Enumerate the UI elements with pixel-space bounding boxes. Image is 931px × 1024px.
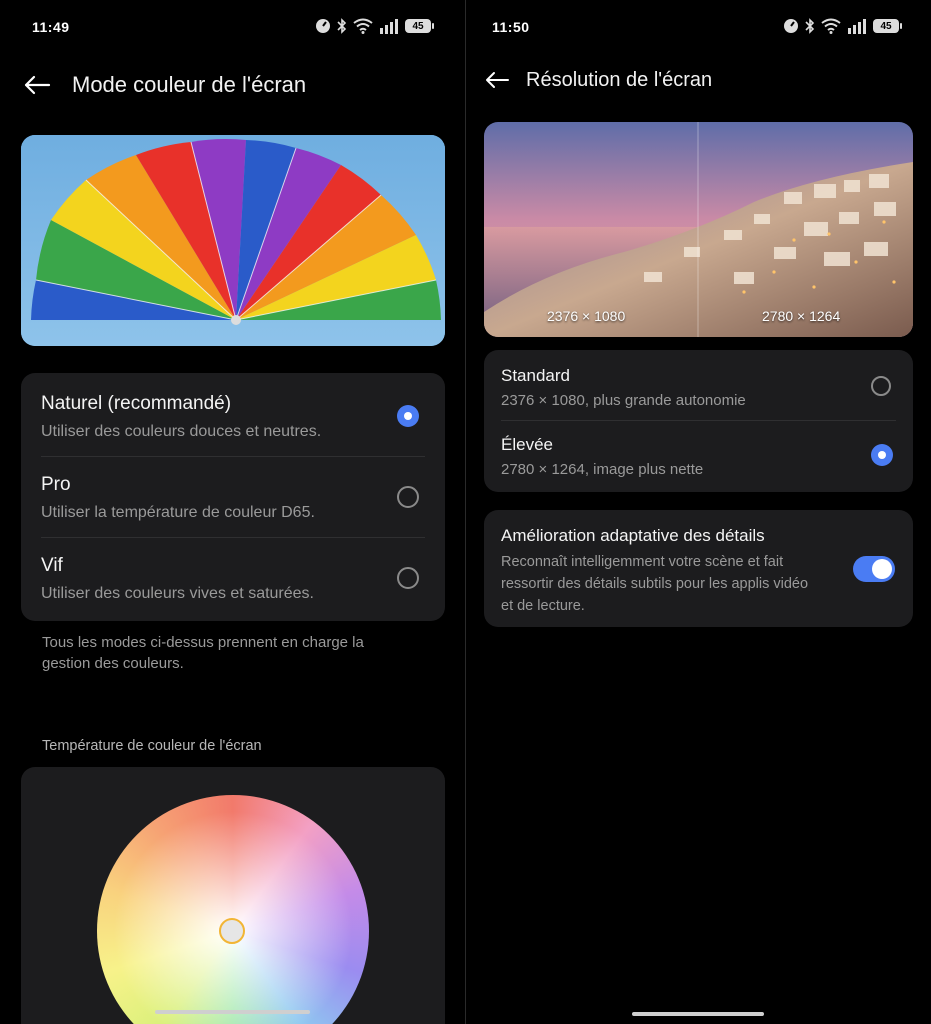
screen-resolution-screen: 11:50 45 Résolution de l'écran 2376 × 10… [466,0,931,1024]
temperature-picker-handle[interactable] [219,918,245,944]
option-subtitle: Utiliser des couleurs douces et neutres. [41,423,322,440]
option-title: Naturel (recommandé) [41,393,232,414]
page-title: Résolution de l'écran [526,68,713,91]
option-subtitle: Utiliser la température de couleur D65. [41,504,315,521]
preview-label-high: 2780 × 1264 [762,308,841,324]
header: Résolution de l'écran [482,68,931,92]
temperature-section-title: Température de couleur de l'écran [42,738,262,754]
option-vif[interactable]: Vif Utiliser des couleurs vives et satur… [21,538,445,621]
option-title: Standard [501,366,570,385]
color-management-note: Tous les modes ci-dessus prennent en cha… [42,632,364,674]
adaptive-description: Reconnaît intelligemment votre scène et … [501,551,808,617]
status-time: 11:49 [32,19,70,35]
adaptive-detail-card: Amélioration adaptative des détails Reco… [484,510,913,627]
adaptive-detail-toggle[interactable] [853,556,895,582]
header: Mode couleur de l'écran [22,72,465,98]
option-elevee[interactable]: Élevée 2780 × 1264, image plus nette [484,421,913,492]
status-time: 11:50 [492,19,530,35]
home-indicator[interactable] [155,1010,310,1014]
option-subtitle: Utiliser des couleurs vives et saturées. [41,585,314,602]
status-bar: 11:49 45 [0,18,465,38]
signal-icon [380,19,398,34]
option-title: Élevée [501,435,553,454]
option-title: Vif [41,555,63,576]
option-subtitle: 2780 × 1264, image plus nette [501,461,704,478]
note-line: Tous les modes ci-dessus prennent en cha… [42,634,364,651]
option-naturel[interactable]: Naturel (recommandé) Utiliser des couleu… [21,373,445,456]
arrow-left-icon [486,72,509,88]
resolution-options-card: Standard 2376 × 1080, plus grande autono… [484,350,913,492]
radio-standard[interactable] [871,376,891,396]
speed-icon [316,19,330,33]
wifi-icon [353,18,373,34]
bluetooth-icon [805,18,815,34]
description-line: ressortir des détails subtils pour les a… [501,576,809,592]
color-temperature-wheel[interactable] [97,795,369,1024]
back-button[interactable] [22,73,52,97]
status-icons: 45 [315,18,434,34]
bluetooth-icon [337,18,347,34]
signal-icon [848,19,866,34]
parachute-preview-image [21,135,445,346]
page-title: Mode couleur de l'écran [72,72,307,97]
status-icons: 45 [783,18,902,34]
radio-naturel[interactable] [397,405,419,427]
option-standard[interactable]: Standard 2376 × 1080, plus grande autono… [484,350,913,420]
description-line: Reconnaît intelligemment votre scène et … [501,554,784,570]
santorini-illustration [484,122,913,337]
radio-elevee[interactable] [871,444,893,466]
battery-icon: 45 [405,19,434,33]
color-mode-options-card: Naturel (recommandé) Utiliser des couleu… [21,373,445,621]
home-indicator[interactable] [632,1012,764,1016]
battery-icon: 45 [873,19,902,33]
wifi-icon [821,18,841,34]
speed-icon [784,19,798,33]
option-pro[interactable]: Pro Utiliser la température de couleur D… [21,457,445,537]
color-mode-screen: 11:49 45 Mode couleur de l'écran Naturel… [0,0,465,1024]
note-line: gestion des couleurs. [42,655,184,672]
arrow-left-icon [24,75,51,95]
description-line: et de lecture. [501,598,585,614]
preview-label-standard: 2376 × 1080 [547,308,626,324]
santorini-preview-image: 2376 × 1080 2780 × 1264 [484,122,913,337]
option-title: Pro [41,474,71,495]
temperature-card [21,767,445,1024]
radio-pro[interactable] [397,486,419,508]
radio-vif[interactable] [397,567,419,589]
status-bar: 11:50 45 [466,18,931,38]
option-subtitle: 2376 × 1080, plus grande autonomie [501,392,746,409]
back-button[interactable] [482,68,512,92]
parachute-illustration [21,135,445,346]
adaptive-title: Amélioration adaptative des détails [501,526,765,545]
